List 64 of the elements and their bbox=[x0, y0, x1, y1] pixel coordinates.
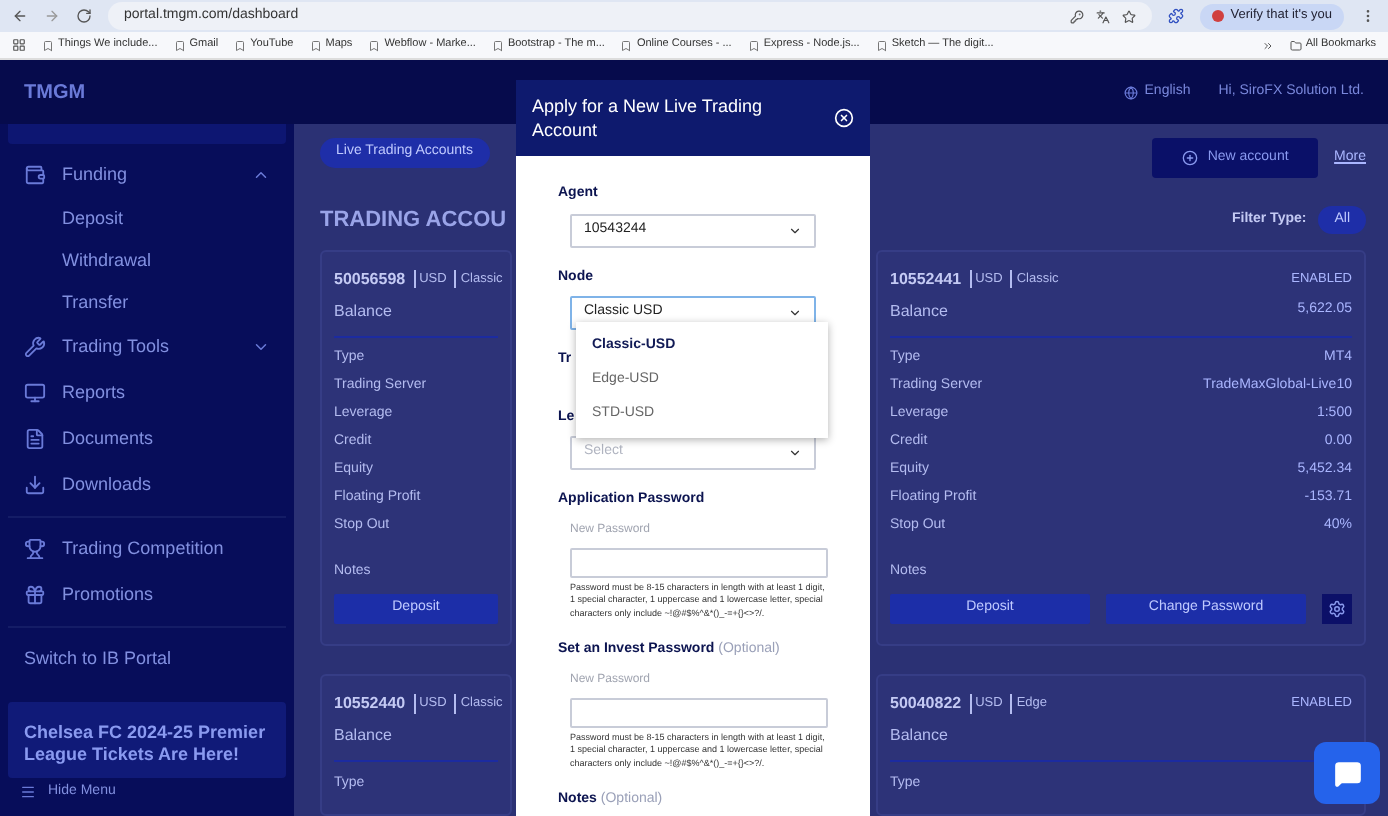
submenu-item[interactable]: Withdrawal bbox=[8, 240, 286, 282]
folder-icon bbox=[1289, 39, 1302, 51]
chevron-up-icon bbox=[252, 166, 270, 184]
bookmark-icon bbox=[309, 39, 322, 51]
chevron-down-icon bbox=[252, 338, 270, 356]
menu-item-icon bbox=[24, 538, 46, 560]
bookmark-icon bbox=[368, 39, 381, 51]
settings-button[interactable] bbox=[1322, 594, 1352, 624]
settings-icon bbox=[1328, 600, 1346, 618]
submenu-item[interactable]: Deposit bbox=[8, 198, 286, 240]
plus-icon bbox=[1181, 150, 1198, 166]
promo-banner[interactable]: Chelsea FC 2024-25 Premier League Tickets Are Here! bbox=[8, 702, 286, 778]
chat-button[interactable] bbox=[1314, 742, 1380, 804]
reload-icon[interactable] bbox=[76, 8, 92, 24]
balance-label: Balance bbox=[890, 299, 948, 323]
logo[interactable]: TMGM bbox=[24, 77, 86, 107]
balance-label: Balance bbox=[890, 724, 948, 748]
close-icon[interactable] bbox=[834, 108, 854, 128]
menu-item-icon bbox=[24, 164, 46, 186]
key-icon[interactable] bbox=[1070, 9, 1085, 23]
apps-icon[interactable] bbox=[12, 38, 26, 52]
modal-title: Apply for a New Live Trading Account bbox=[532, 94, 765, 142]
password-input[interactable] bbox=[570, 697, 828, 727]
more-bookmarks-icon[interactable] bbox=[1261, 39, 1274, 51]
bookmark-star-icon[interactable] bbox=[1122, 9, 1137, 23]
page-heading: TRADING ACCOU bbox=[320, 206, 507, 236]
menu-item-icon bbox=[24, 584, 46, 606]
submenu-item[interactable]: Transfer bbox=[8, 282, 286, 324]
account-number: 10552441 bbox=[890, 267, 962, 291]
account-number: 10552440 bbox=[334, 692, 406, 716]
bookmark-icon bbox=[173, 39, 186, 51]
account-number: 50040822 bbox=[890, 692, 962, 716]
sidebar-item[interactable]: Funding bbox=[8, 152, 286, 198]
globe-icon[interactable] bbox=[1124, 85, 1139, 99]
bookmark-icon bbox=[42, 39, 54, 51]
account-number: 50056598 bbox=[334, 267, 406, 291]
chat-icon bbox=[1333, 759, 1361, 787]
sidebar-item[interactable]: Promotions bbox=[8, 572, 286, 618]
sidebar-item[interactable]: Reports bbox=[8, 370, 286, 416]
translate-icon[interactable] bbox=[1096, 9, 1111, 23]
bookmark-icon bbox=[491, 39, 504, 51]
sidebar-item[interactable]: Trading Competition bbox=[8, 526, 286, 572]
password-input[interactable] bbox=[570, 547, 828, 577]
balance-label: Balance bbox=[334, 299, 392, 323]
back-icon[interactable] bbox=[12, 8, 28, 24]
menu-item-icon bbox=[24, 382, 46, 404]
menu-item-icon bbox=[24, 428, 46, 450]
menu-item-icon bbox=[24, 474, 46, 496]
caret-icon bbox=[788, 446, 802, 460]
extension-icon[interactable] bbox=[1168, 8, 1185, 24]
bookmark-icon bbox=[234, 39, 247, 51]
sidebar-item[interactable]: Downloads bbox=[8, 462, 286, 508]
sidebar-item[interactable]: Switch to IB Portal bbox=[8, 636, 286, 682]
avatar-icon bbox=[1212, 10, 1225, 22]
balance-label: Balance bbox=[334, 724, 392, 748]
menu-icon bbox=[20, 784, 36, 801]
bookmark-icon bbox=[620, 39, 633, 51]
sidebar-item[interactable]: Trading Tools bbox=[8, 324, 286, 370]
bookmark-icon bbox=[747, 39, 760, 51]
menu-item-icon bbox=[24, 336, 46, 358]
sidebar-item[interactable]: Documents bbox=[8, 416, 286, 462]
bookmark-icon bbox=[875, 39, 888, 51]
caret-icon bbox=[788, 306, 802, 320]
caret-icon bbox=[788, 223, 802, 237]
